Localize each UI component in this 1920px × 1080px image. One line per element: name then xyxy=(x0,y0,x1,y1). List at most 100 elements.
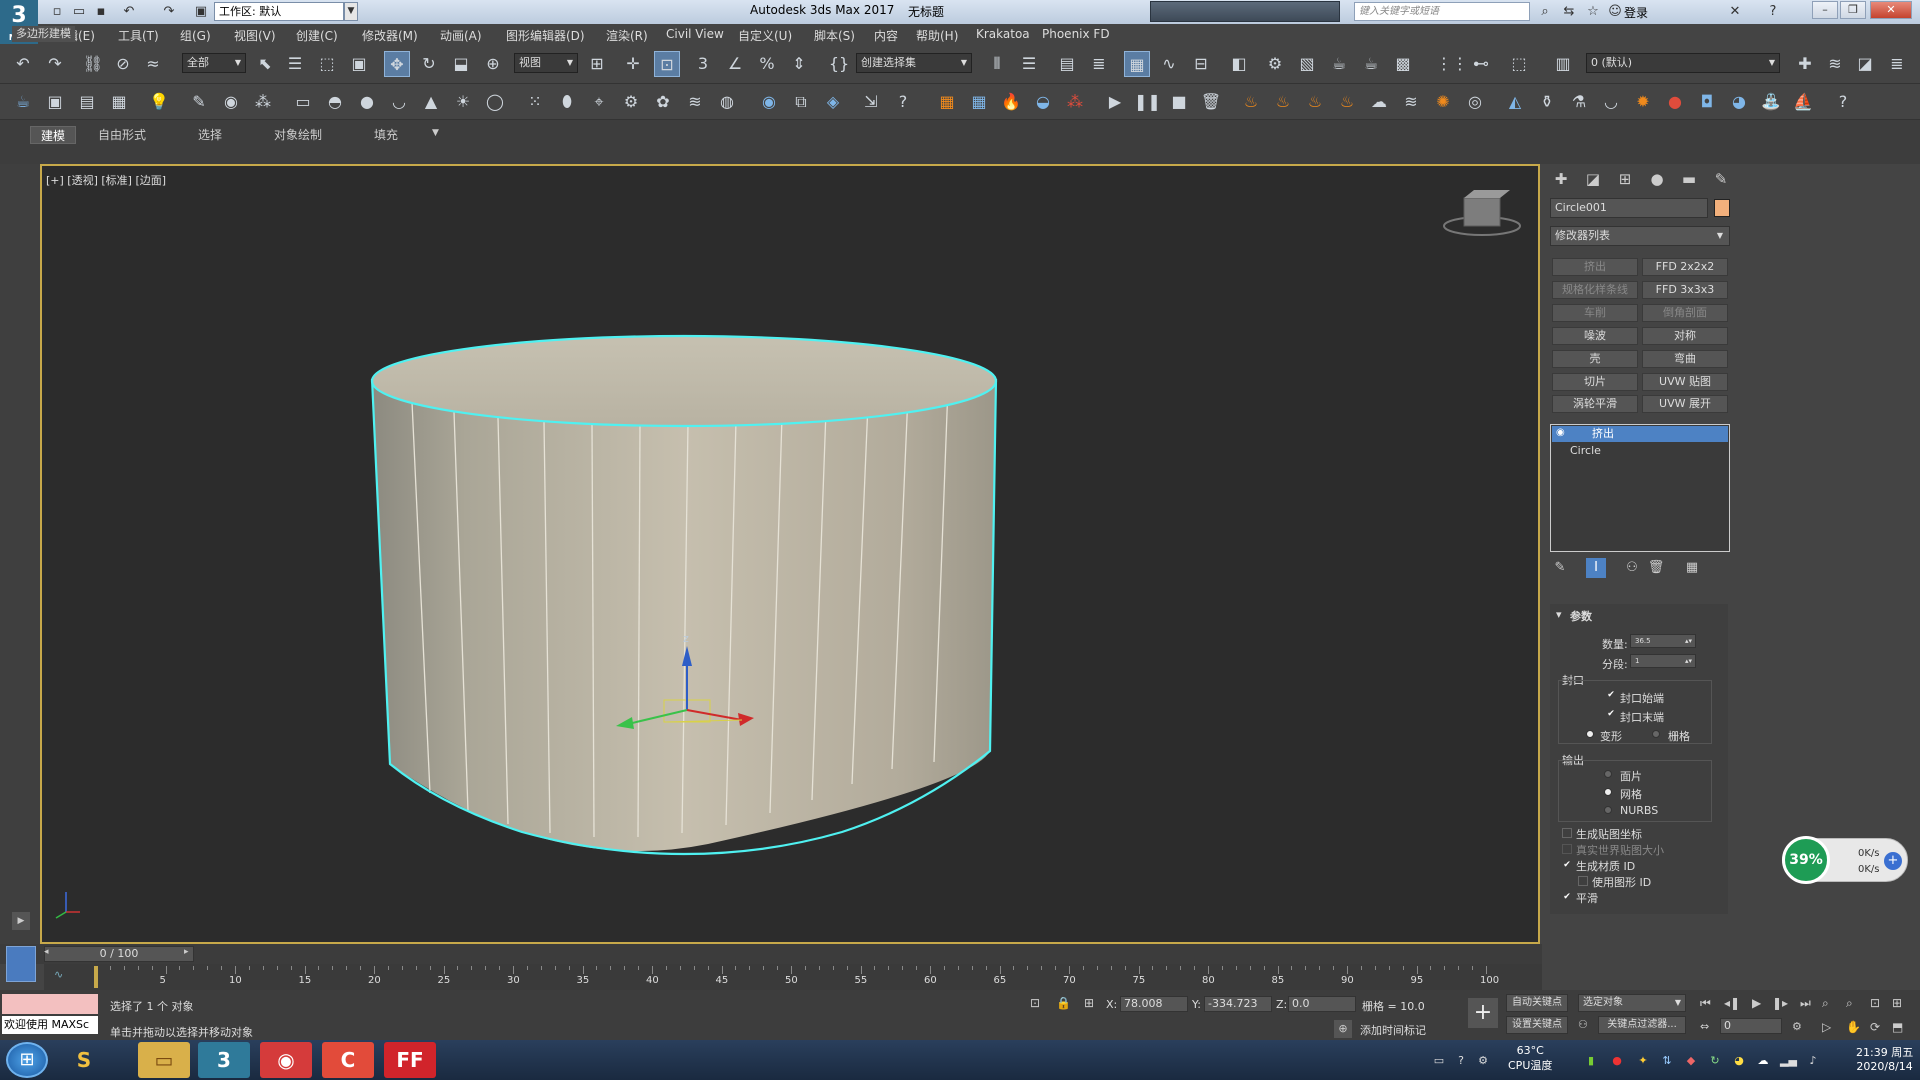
motion-tab-icon[interactable]: ● xyxy=(1644,168,1670,190)
phoenix-grid-icon[interactable]: ▦ xyxy=(934,89,960,115)
menu-views[interactable]: 视图(V) xyxy=(234,27,276,44)
set-key-button[interactable]: 设置关键点 xyxy=(1506,1016,1568,1034)
make-unique-icon[interactable]: ⚇ xyxy=(1622,558,1642,578)
pause-icon[interactable]: ❚❚ xyxy=(1134,89,1161,115)
mod-button-ffd333[interactable]: FFD 3x3x3 xyxy=(1642,281,1728,299)
mod-button-uvw-map[interactable]: UVW 贴图 xyxy=(1642,373,1728,391)
show-end-result-icon[interactable]: I xyxy=(1586,558,1606,578)
tray-settings-icon[interactable]: ⚙ xyxy=(1476,1054,1490,1068)
use-shape-ids-checkbox[interactable] xyxy=(1578,876,1588,886)
tray-cloud-icon[interactable]: ☁ xyxy=(1756,1054,1770,1068)
fire-preset3-icon[interactable]: ♨ xyxy=(1302,89,1328,115)
mod-button-bend[interactable]: 弯曲 xyxy=(1642,350,1728,368)
folder-icon[interactable]: ▭ xyxy=(138,1042,190,1078)
rect-selection-icon[interactable]: ⬚ xyxy=(314,51,340,77)
stop-icon[interactable]: ■ xyxy=(1166,89,1192,115)
lock-icon[interactable]: 🔒 xyxy=(1056,996,1071,1010)
time-cursor[interactable] xyxy=(94,966,98,988)
prev-frame-icon[interactable]: ◂❚ xyxy=(1724,996,1740,1010)
z-coordinate[interactable]: 0.0 xyxy=(1288,996,1356,1012)
select-manipulate-icon[interactable]: ✛ xyxy=(620,51,646,77)
set-key-icon[interactable]: + xyxy=(1468,998,1498,1028)
user-icon[interactable]: ☺ xyxy=(1606,3,1624,21)
maximize-viewport-icon[interactable]: ⬒ xyxy=(1892,1020,1903,1034)
ruler-icon[interactable]: ⊷ xyxy=(1468,51,1494,77)
object-name-field[interactable]: Circle001 xyxy=(1550,198,1708,218)
tray-wechat-icon[interactable]: ◕ xyxy=(1732,1054,1746,1068)
wind-icon[interactable]: ≋ xyxy=(1398,89,1424,115)
fire-preset-icon[interactable]: ♨ xyxy=(1238,89,1264,115)
key-filters-button[interactable]: 关键点过滤器... xyxy=(1598,1016,1686,1034)
zoom-extents-icon[interactable]: ⊡ xyxy=(1870,996,1880,1010)
render-frame-icon[interactable]: ▣ xyxy=(42,89,68,115)
edit-named-sets-icon[interactable]: {} xyxy=(826,51,852,77)
perspective-viewport[interactable]: z xyxy=(40,164,1540,944)
grid-icon[interactable]: ⋮⋮ xyxy=(1436,51,1468,77)
mod-button-noise[interactable]: 噪波 xyxy=(1552,327,1638,345)
goto-end-icon[interactable]: ⏭ xyxy=(1800,996,1811,1011)
configure-sets-icon[interactable]: ▦ xyxy=(1682,558,1702,578)
stack-item-extrude[interactable]: 挤出 xyxy=(1552,426,1728,442)
gen-map-coords-checkbox[interactable] xyxy=(1562,828,1572,838)
tray-app-icon[interactable]: ◆ xyxy=(1684,1054,1698,1068)
rendered-frame-window-icon[interactable]: ▧ xyxy=(1294,51,1320,77)
menu-content[interactable]: 内容 xyxy=(874,27,898,44)
tray-keyboard-icon[interactable]: ▭ xyxy=(1432,1054,1446,1068)
hair-icon[interactable]: ≋ xyxy=(682,89,708,115)
3dsmax-taskbar-icon[interactable]: 3 xyxy=(198,1042,250,1078)
flame-icon[interactable]: ✺ xyxy=(1430,89,1456,115)
ribbon-panel-label[interactable]: 多边形建模 xyxy=(12,26,75,42)
nurbs-radio[interactable] xyxy=(1604,806,1612,814)
cylinder-body[interactable] xyxy=(372,379,996,852)
time-next-icon[interactable]: ▸ xyxy=(184,947,189,957)
menu-group[interactable]: 组(G) xyxy=(180,27,211,44)
pan-icon[interactable]: ✋ xyxy=(1846,1020,1861,1034)
menu-scripting[interactable]: 脚本(S) xyxy=(814,27,855,44)
mini-curve-editor-icon[interactable] xyxy=(6,946,36,982)
redo-icon[interactable]: ↷ xyxy=(160,3,178,21)
tray-volume-icon[interactable]: ♪ xyxy=(1806,1054,1820,1068)
menu-civil-view[interactable]: Civil View xyxy=(666,27,724,41)
save-file-icon[interactable]: ▪ xyxy=(92,3,110,21)
menu-help[interactable]: 帮助(H) xyxy=(916,27,958,44)
segments-spinner[interactable]: 1 ▴▾ xyxy=(1630,654,1696,668)
absolute-mode-icon[interactable]: ⊞ xyxy=(1084,996,1094,1010)
ff-app-icon[interactable]: FF xyxy=(384,1042,436,1078)
fountain-icon[interactable]: ⛲ xyxy=(1758,89,1784,115)
tray-signal-icon[interactable]: ▂▄ xyxy=(1780,1054,1797,1068)
zoom-all-icon[interactable]: ⌕ xyxy=(1846,996,1853,1011)
menu-krakatoa[interactable]: Krakatoa xyxy=(976,27,1030,41)
goto-start-icon[interactable]: ⏮ xyxy=(1700,996,1711,1011)
ship-icon[interactable]: ⛵ xyxy=(1790,89,1816,115)
select-by-name-icon[interactable]: ☰ xyxy=(282,51,308,77)
menu-tools[interactable]: 工具(T) xyxy=(118,27,159,44)
copy-icon[interactable]: ⧉ xyxy=(788,89,814,115)
tab-object-paint[interactable]: 对象绘制 xyxy=(264,126,332,144)
zoom-extents-all-icon[interactable]: ⊞ xyxy=(1892,996,1902,1010)
mod-button-ffd222[interactable]: FFD 2x2x2 xyxy=(1642,258,1728,276)
eye-icon[interactable]: ◉ xyxy=(1556,427,1565,438)
display-tab-icon[interactable]: ▬ xyxy=(1676,168,1702,190)
selection-filter-select[interactable]: 全部 ▼ xyxy=(182,53,246,73)
help-icon[interactable]: ? xyxy=(1830,89,1856,115)
smoke-icon[interactable]: ☁ xyxy=(1366,89,1392,115)
container-icon[interactable]: ◘ xyxy=(1694,89,1720,115)
fov-icon[interactable]: ▷ xyxy=(1822,1020,1831,1034)
mod-button-bevel-profile[interactable]: 倒角剖面 xyxy=(1642,304,1728,322)
close-button[interactable]: ✕ xyxy=(1870,1,1912,19)
morph-radio[interactable] xyxy=(1586,730,1594,738)
scale-icon[interactable]: ⬓ xyxy=(448,51,474,77)
maximize-button[interactable]: ❐ xyxy=(1840,1,1866,19)
mod-button-normalize-spline[interactable]: 规格化样条线 xyxy=(1552,281,1638,299)
window-crossing-icon[interactable]: ▣ xyxy=(346,51,372,77)
tray-app-yellow-icon[interactable]: ✦ xyxy=(1636,1054,1650,1068)
sun-icon[interactable]: ☀ xyxy=(450,89,476,115)
plant-icon[interactable]: ✿ xyxy=(650,89,676,115)
current-frame-field[interactable]: 0 xyxy=(1720,1018,1782,1034)
tab-modeling[interactable]: 建模 xyxy=(30,126,77,144)
dots-icon[interactable]: ⁙ xyxy=(522,89,548,115)
layer-explorer-icon[interactable]: ≣ xyxy=(1086,51,1112,77)
system-clock[interactable]: 21:39 周五 2020/8/14 xyxy=(1856,1044,1913,1073)
bind-space-warp-icon[interactable]: ≈ xyxy=(140,51,166,77)
render-activeshade-icon[interactable]: ▩ xyxy=(1390,51,1416,77)
